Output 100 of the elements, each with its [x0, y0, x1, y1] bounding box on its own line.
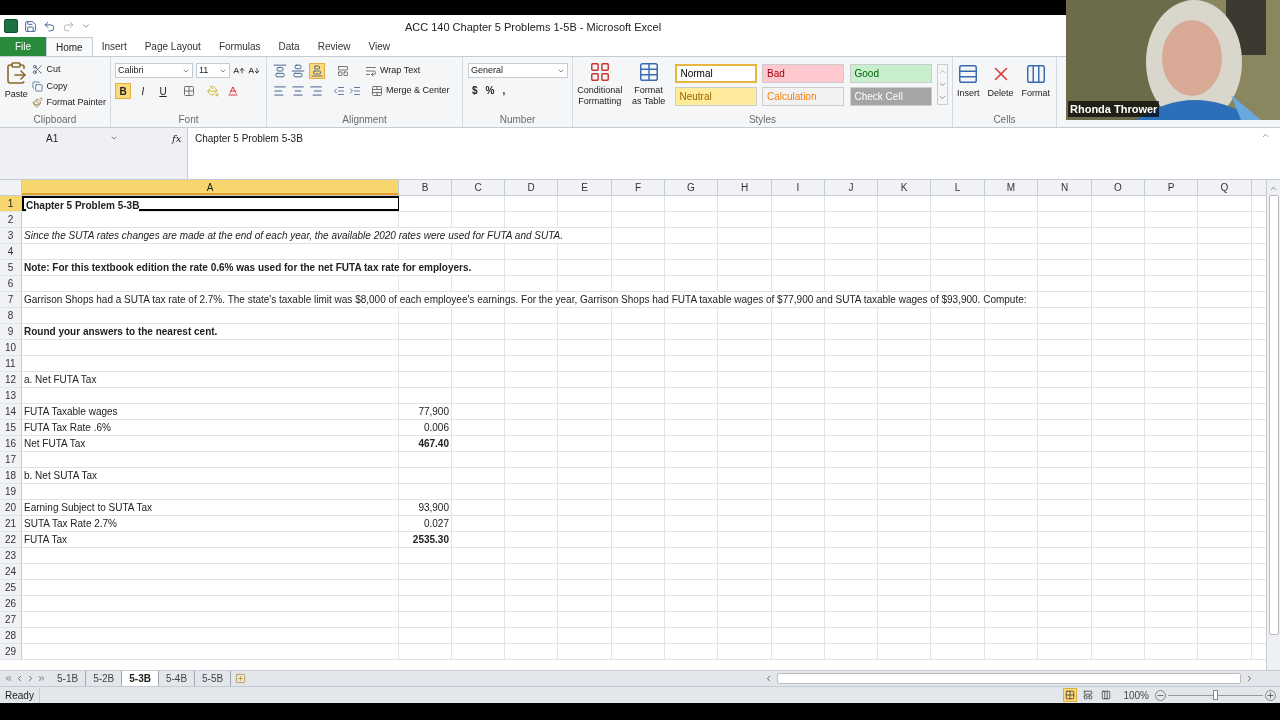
underline-button[interactable]: U — [155, 83, 171, 99]
sheet-tab[interactable]: 5-3B — [122, 670, 159, 687]
ribbon-tab[interactable]: View — [359, 37, 399, 56]
font-name-field[interactable]: Calibri — [115, 63, 193, 78]
increase-indent-icon[interactable] — [349, 85, 361, 97]
ribbon-tab[interactable]: Formulas — [209, 37, 270, 56]
zoom-slider-thumb[interactable] — [1213, 690, 1218, 700]
ribbon-tab[interactable]: Data — [269, 37, 309, 56]
italic-button[interactable]: I — [135, 83, 151, 99]
comma-button[interactable]: , — [502, 83, 506, 98]
row-header[interactable]: 12 — [0, 372, 22, 387]
cell-style-button[interactable]: Good — [849, 64, 932, 83]
row-header[interactable]: 23 — [0, 548, 22, 563]
row-header[interactable]: 10 — [0, 340, 22, 355]
column-header[interactable]: H — [718, 180, 772, 195]
row-header[interactable]: 28 — [0, 628, 22, 643]
gallery-scroller[interactable] — [937, 64, 948, 105]
row-header[interactable]: 27 — [0, 612, 22, 627]
first-sheet-icon[interactable] — [4, 674, 13, 683]
row-header[interactable]: 8 — [0, 308, 22, 323]
merge-center-button[interactable]: Merge & Center — [371, 84, 450, 98]
format-cells-button[interactable]: Format — [1021, 63, 1051, 113]
shrink-font-icon[interactable] — [248, 64, 260, 77]
row-header[interactable]: 21 — [0, 516, 22, 531]
cell-style-button[interactable]: Normal — [674, 64, 757, 83]
column-header[interactable]: D — [505, 180, 558, 195]
new-sheet-icon[interactable] — [235, 673, 247, 684]
last-sheet-icon[interactable] — [37, 674, 46, 683]
zoom-in-icon[interactable] — [1265, 689, 1276, 701]
row-header[interactable]: 16 — [0, 436, 22, 451]
align-left-icon[interactable] — [273, 84, 287, 98]
row-header[interactable]: 19 — [0, 484, 22, 499]
row-header[interactable]: 15 — [0, 420, 22, 435]
cut-button[interactable]: Cut — [32, 63, 106, 77]
row-header[interactable]: 1 — [0, 196, 22, 211]
ribbon-tab[interactable]: Review — [308, 37, 360, 56]
row-header[interactable]: 22 — [0, 532, 22, 547]
column-header[interactable]: E — [558, 180, 612, 195]
row-header[interactable]: 2 — [0, 212, 22, 227]
font-color-icon[interactable] — [227, 85, 239, 97]
ribbon-tab[interactable]: Page Layout — [135, 37, 210, 56]
row-header[interactable]: 3 — [0, 228, 22, 243]
format-as-table-button[interactable]: Format as Table — [628, 61, 669, 107]
insert-function-button[interactable]: fx — [172, 131, 182, 146]
collapse-icon[interactable] — [1261, 131, 1270, 140]
row-header[interactable]: 6 — [0, 276, 22, 291]
cell-style-button[interactable]: Neutral — [674, 87, 757, 106]
row-header[interactable]: 24 — [0, 564, 22, 579]
cell-style-button[interactable]: Bad — [762, 64, 844, 83]
column-header[interactable]: C — [452, 180, 505, 195]
ribbon-tab[interactable]: Home — [46, 37, 93, 56]
percent-button[interactable]: % — [485, 83, 495, 98]
row-header[interactable]: 20 — [0, 500, 22, 515]
grow-font-icon[interactable] — [233, 64, 245, 77]
column-header[interactable]: L — [931, 180, 985, 195]
column-header[interactable]: P — [1145, 180, 1198, 195]
row-header[interactable]: 13 — [0, 388, 22, 403]
copy-button[interactable]: Copy — [32, 79, 106, 93]
vertical-scrollbar[interactable] — [1266, 180, 1280, 670]
column-header[interactable]: J — [825, 180, 878, 195]
column-header[interactable]: A — [22, 180, 399, 195]
view-button[interactable] — [1063, 688, 1078, 702]
save-icon[interactable] — [24, 19, 37, 33]
row-header[interactable]: 9 — [0, 324, 22, 339]
row-header[interactable]: 29 — [0, 644, 22, 659]
column-header[interactable]: I — [772, 180, 825, 195]
row-header[interactable]: 17 — [0, 452, 22, 467]
format-painter-button[interactable]: Format Painter — [32, 96, 106, 110]
number-format-field[interactable]: General — [468, 63, 568, 78]
bottom-align-button[interactable] — [309, 63, 325, 79]
customize-icon[interactable] — [81, 21, 91, 31]
row-header[interactable]: 25 — [0, 580, 22, 595]
file-tab[interactable]: File — [0, 37, 46, 56]
row-header[interactable]: 4 — [0, 244, 22, 259]
column-header[interactable]: K — [878, 180, 931, 195]
redo-icon[interactable] — [62, 19, 75, 33]
conditional-formatting-button[interactable]: Conditional Formatting — [577, 61, 623, 107]
row-header[interactable]: 26 — [0, 596, 22, 611]
row-header[interactable]: 11 — [0, 356, 22, 371]
name-box[interactable]: A1 — [0, 131, 120, 145]
currency-button[interactable]: $ — [472, 83, 478, 98]
font-size-field[interactable]: 11 — [196, 63, 230, 78]
row-header[interactable]: 5 — [0, 260, 22, 275]
column-header[interactable]: N — [1038, 180, 1092, 195]
column-header[interactable]: F — [612, 180, 665, 195]
ribbon-tab[interactable]: Insert — [92, 37, 136, 56]
borders-icon[interactable] — [183, 85, 195, 97]
align-center-icon[interactable] — [291, 84, 305, 98]
next-sheet-icon[interactable] — [26, 674, 35, 683]
undo-icon[interactable] — [43, 19, 56, 33]
decrease-indent-icon[interactable] — [333, 85, 345, 97]
column-header[interactable]: M — [985, 180, 1038, 195]
fill-color-icon[interactable] — [207, 85, 219, 97]
column-header[interactable]: B — [399, 180, 452, 195]
bold-button[interactable]: B — [115, 83, 131, 99]
top-align-icon[interactable] — [273, 64, 287, 78]
column-header[interactable]: Q — [1198, 180, 1252, 195]
previous-sheet-icon[interactable] — [15, 674, 24, 683]
wrap-text-button[interactable]: Wrap Text — [365, 64, 421, 78]
row-header[interactable]: 7 — [0, 292, 22, 307]
